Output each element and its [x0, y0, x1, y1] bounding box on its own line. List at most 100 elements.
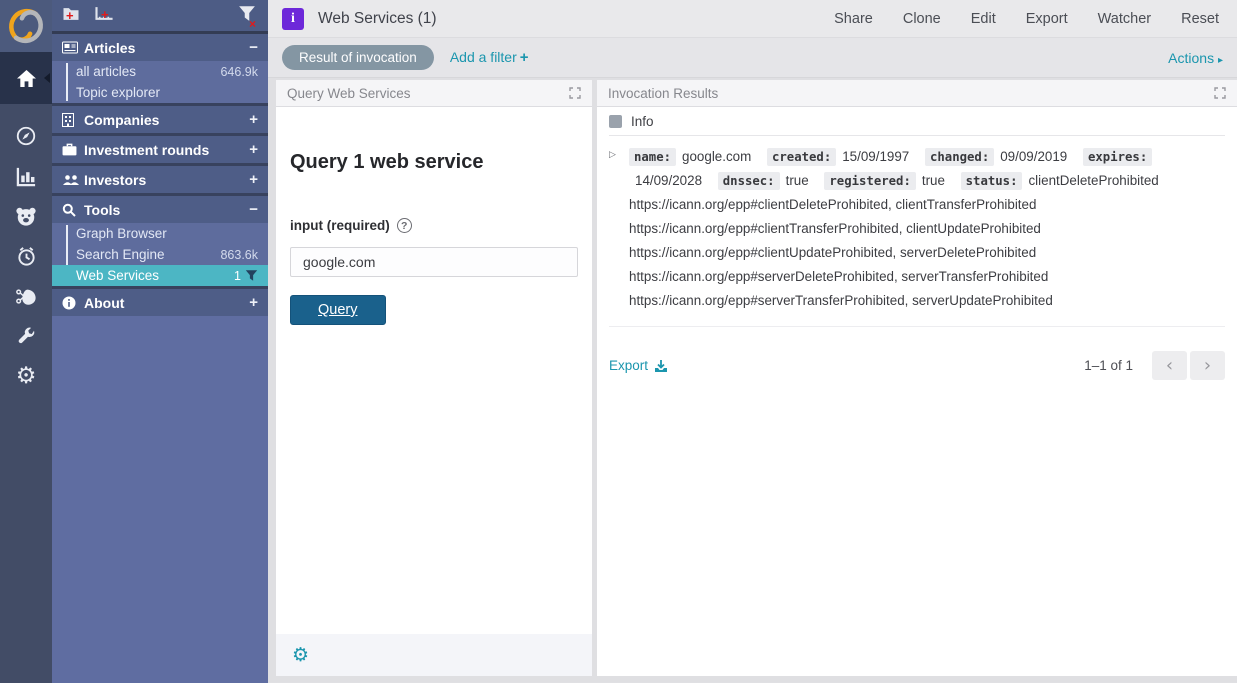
field-value: 09/09/2019	[1000, 149, 1067, 164]
sidebar-item-all-articles[interactable]: all articles 646.9k	[52, 61, 268, 82]
entity-type-badge: i	[282, 8, 304, 30]
top-header-bar: i Web Services (1) Share Clone Edit Expo…	[268, 0, 1237, 38]
rail-tools-button[interactable]	[0, 316, 52, 356]
sidebar: + + × Articles −	[52, 0, 268, 683]
item-label: all articles	[76, 64, 136, 79]
rail-charts-button[interactable]	[0, 156, 52, 196]
active-filter-icon	[245, 269, 258, 282]
column-label: Info	[631, 114, 654, 129]
item-label: Graph Browser	[76, 226, 167, 241]
sidebar-collapse-arrow-icon[interactable]	[44, 73, 50, 83]
building-icon	[62, 113, 84, 127]
rail-history-button[interactable]	[0, 236, 52, 276]
collapse-toggle[interactable]: −	[249, 201, 258, 218]
expand-toggle[interactable]: +	[249, 111, 258, 128]
previous-page-button[interactable]: ‹	[1152, 351, 1187, 380]
expand-panel-icon[interactable]	[569, 87, 581, 99]
results-footer-row: Export 1–1 of 1 ‹ ›	[609, 351, 1225, 380]
section-companies: Companies +	[52, 106, 268, 133]
sidebar-item-graph-browser[interactable]: Graph Browser	[52, 223, 268, 244]
rail-datasets-button[interactable]	[0, 196, 52, 236]
input-label: input (required)	[290, 218, 390, 233]
section-tools: Tools − Graph Browser Search Engine 863.…	[52, 196, 268, 286]
section-header-investment-rounds[interactable]: Investment rounds +	[52, 136, 268, 163]
plus-icon: +	[520, 49, 529, 66]
sidebar-item-search-engine[interactable]: Search Engine 863.6k	[52, 244, 268, 265]
edit-button[interactable]: Edit	[971, 11, 996, 27]
panel-title: Invocation Results	[608, 86, 718, 101]
section-header-companies[interactable]: Companies +	[52, 106, 268, 133]
logo-spiral-icon	[6, 6, 46, 46]
field-value: google.com	[682, 149, 751, 164]
info-circle-icon	[62, 296, 84, 310]
expand-toggle[interactable]: +	[249, 141, 258, 158]
sidebar-sections: Articles − all articles 646.9k Topic exp…	[52, 34, 268, 316]
item-label: Topic explorer	[76, 85, 160, 100]
export-button[interactable]: Export	[1026, 11, 1068, 27]
section-header-articles[interactable]: Articles −	[52, 34, 268, 61]
chevron-left-icon: ‹	[1166, 355, 1173, 376]
item-label: Web Services	[76, 268, 159, 283]
section-header-about[interactable]: About +	[52, 289, 268, 316]
field-value: clientDeleteProhibited https://icann.org…	[629, 173, 1159, 308]
rail-explore-button[interactable]	[0, 116, 52, 156]
result-of-invocation-pill[interactable]: Result of invocation	[282, 45, 434, 70]
clone-button[interactable]: Clone	[903, 11, 941, 27]
query-heading: Query 1 web service	[290, 151, 578, 174]
content-area: Query Web Services Query 1 web service i…	[268, 78, 1237, 682]
share-button[interactable]: Share	[834, 11, 873, 27]
graph-pipeline-icon	[15, 286, 37, 307]
column-square-icon	[609, 115, 622, 128]
clear-filter-button[interactable]: ×	[238, 5, 256, 27]
gear-icon: ⚙	[16, 365, 37, 388]
rail-settings-button[interactable]: ⚙	[0, 356, 52, 396]
app-window: ⚙ + + × Articl	[0, 0, 1237, 683]
section-investors: Investors +	[52, 166, 268, 193]
rail-home-button[interactable]	[0, 52, 52, 104]
result-field: created:15/09/1997	[767, 149, 921, 164]
results-column-header: Info	[609, 107, 1225, 136]
sidebar-item-topic-explorer[interactable]: Topic explorer	[52, 82, 268, 103]
page-title: Web Services (1)	[318, 10, 437, 28]
record-expand-icon[interactable]: ▷	[609, 145, 629, 313]
query-input[interactable]	[290, 247, 578, 277]
new-chart-button[interactable]: +	[94, 6, 114, 26]
new-folder-button[interactable]: +	[62, 6, 80, 26]
field-key: changed:	[925, 148, 994, 166]
icon-rail: ⚙	[0, 0, 52, 683]
query-button[interactable]: Query	[290, 295, 386, 325]
section-header-investors[interactable]: Investors +	[52, 166, 268, 193]
expand-toggle[interactable]: +	[249, 294, 258, 311]
query-form: Query 1 web service input (required) ? Q…	[276, 151, 592, 325]
field-key: registered:	[824, 172, 915, 190]
query-settings-gear-icon[interactable]: ⚙	[292, 646, 309, 665]
rail-pipelines-button[interactable]	[0, 276, 52, 316]
section-header-tools[interactable]: Tools −	[52, 196, 268, 223]
next-page-button[interactable]: ›	[1190, 351, 1225, 380]
section-label: Tools	[84, 202, 120, 218]
actions-link[interactable]: Actions ▸	[1168, 50, 1223, 66]
section-investment-rounds: Investment rounds +	[52, 136, 268, 163]
reset-button[interactable]: Reset	[1181, 11, 1219, 27]
add-filter-link[interactable]: Add a filter+	[450, 49, 529, 66]
item-count: 1	[234, 269, 241, 283]
item-count: 646.9k	[220, 65, 258, 79]
result-field: changed: 09/09/2019	[925, 149, 1079, 164]
filter-bar: Result of invocation Add a filter+ Actio…	[268, 38, 1237, 78]
watcher-button[interactable]: Watcher	[1098, 11, 1151, 27]
field-key: name:	[629, 148, 676, 166]
section-label: Companies	[84, 112, 159, 128]
main-area: i Web Services (1) Share Clone Edit Expo…	[268, 0, 1237, 683]
export-results-link[interactable]: Export	[609, 358, 668, 373]
sidebar-item-web-services[interactable]: Web Services 1	[52, 265, 268, 286]
section-label: About	[84, 295, 124, 311]
collapse-toggle[interactable]: −	[249, 39, 258, 56]
articles-items: all articles 646.9k Topic explorer	[52, 61, 268, 103]
expand-toggle[interactable]: +	[249, 171, 258, 188]
item-label: Search Engine	[76, 247, 165, 262]
download-icon	[654, 359, 668, 373]
expand-panel-icon[interactable]	[1214, 87, 1226, 99]
help-icon[interactable]: ?	[397, 218, 412, 233]
app-logo[interactable]	[0, 0, 52, 52]
top-menu: Share Clone Edit Export Watcher Reset	[834, 11, 1237, 27]
